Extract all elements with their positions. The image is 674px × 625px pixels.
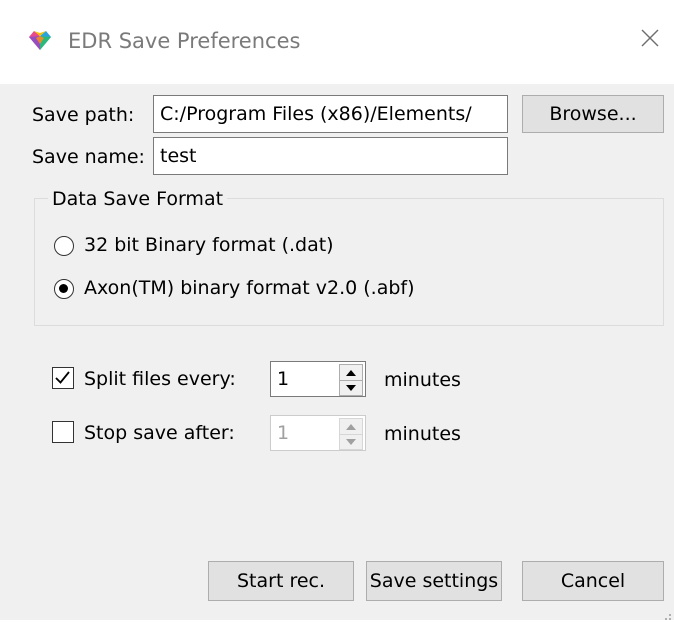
group-title: Data Save Format xyxy=(48,188,228,210)
browse-button[interactable]: Browse... xyxy=(522,95,664,133)
save-path-input[interactable]: C:/Program Files (x86)/Elements/ xyxy=(153,95,508,133)
radio-dat-format[interactable] xyxy=(54,236,74,256)
stop-save-label[interactable]: Stop save after: xyxy=(84,422,235,444)
radio-abf-label[interactable]: Axon(TM) binary format v2.0 (.abf) xyxy=(84,277,415,299)
edr-app-icon xyxy=(28,30,52,52)
resize-grip-icon[interactable] xyxy=(660,606,672,620)
save-settings-button[interactable]: Save settings xyxy=(366,561,502,601)
save-name-input[interactable]: test xyxy=(153,137,508,175)
split-files-label[interactable]: Split files every: xyxy=(84,368,236,390)
close-button[interactable] xyxy=(628,18,672,62)
stop-units-label: minutes xyxy=(384,423,461,445)
spin-down-button[interactable] xyxy=(340,434,362,449)
stop-minutes-value[interactable]: 1 xyxy=(277,422,289,444)
split-files-checkbox[interactable] xyxy=(52,367,74,389)
close-icon xyxy=(640,28,660,52)
arrow-up-icon xyxy=(346,369,356,376)
radio-selected-dot xyxy=(59,284,68,293)
save-path-label: Save path: xyxy=(32,104,135,126)
stop-save-checkbox[interactable] xyxy=(52,421,74,443)
cancel-button[interactable]: Cancel xyxy=(522,561,664,601)
split-units-label: minutes xyxy=(384,369,461,391)
stop-minutes-spinner[interactable]: 1 xyxy=(270,415,366,451)
radio-abf-format[interactable] xyxy=(54,279,74,299)
save-name-label: Save name: xyxy=(32,146,145,168)
spin-buttons xyxy=(339,364,363,396)
split-minutes-value[interactable]: 1 xyxy=(277,368,289,390)
spin-up-button[interactable] xyxy=(340,365,362,381)
arrow-down-icon xyxy=(346,384,356,391)
data-save-format-group xyxy=(34,198,664,326)
arrow-down-icon xyxy=(346,438,356,445)
title-bar[interactable]: EDR Save Preferences xyxy=(0,0,674,84)
arrow-up-icon xyxy=(346,423,356,430)
split-minutes-spinner[interactable]: 1 xyxy=(270,361,366,397)
save-preferences-dialog: EDR Save Preferences Save path: C:/Progr… xyxy=(0,0,674,620)
spin-up-button[interactable] xyxy=(340,419,362,435)
window-title: EDR Save Preferences xyxy=(68,29,301,53)
radio-dat-label[interactable]: 32 bit Binary format (.dat) xyxy=(84,234,334,256)
spin-buttons xyxy=(339,418,363,450)
spin-down-button[interactable] xyxy=(340,380,362,395)
start-rec-button[interactable]: Start rec. xyxy=(208,561,354,601)
